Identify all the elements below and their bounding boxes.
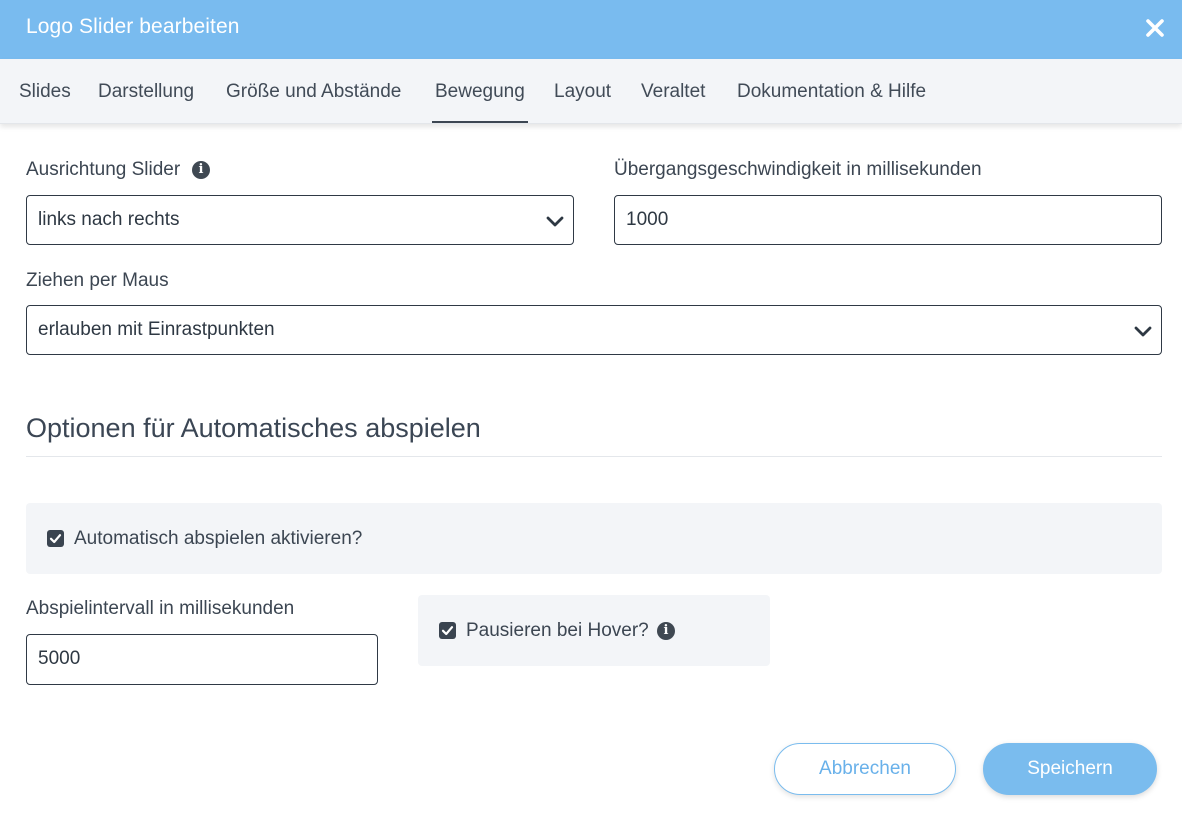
tab-layout[interactable]: Layout — [554, 81, 611, 103]
pause-on-hover-label: Pausieren bei Hover? — [466, 620, 649, 641]
mouse-drag-label: Ziehen per Maus — [26, 270, 169, 291]
save-button[interactable]: Speichern — [983, 743, 1157, 795]
pause-on-hover-checkbox[interactable] — [439, 622, 456, 639]
checkmark-icon — [441, 626, 454, 636]
autoplay-enable-checkbox[interactable] — [47, 530, 64, 547]
info-icon[interactable]: i — [657, 622, 675, 640]
alignment-label: Ausrichtung Slider — [26, 159, 181, 180]
dialog-title: Logo Slider bearbeiten — [26, 15, 240, 38]
tab-darstellung[interactable]: Darstellung — [98, 81, 194, 103]
interval-input[interactable] — [38, 635, 366, 683]
checkmark-icon — [49, 534, 62, 544]
transition-speed-label: Übergangsgeschwindigkeit in millisekunde… — [614, 159, 982, 180]
interval-label: Abspielintervall in millisekunden — [26, 598, 295, 619]
close-icon — [1146, 19, 1164, 37]
tab-dokumentation-hilfe[interactable]: Dokumentation & Hilfe — [737, 81, 926, 103]
info-icon[interactable]: i — [192, 161, 210, 179]
autoplay-section-title: Optionen für Automatisches abspielen — [26, 413, 481, 443]
chevron-down-icon — [546, 216, 564, 227]
cancel-button[interactable]: Abbrechen — [774, 743, 956, 795]
tab-veraltet[interactable]: Veraltet — [641, 81, 705, 103]
tab-slides[interactable]: Slides — [19, 81, 71, 103]
autoplay-enable-label: Automatisch abspielen aktivieren? — [74, 528, 363, 549]
dialog-header: Logo Slider bearbeiten — [0, 0, 1182, 59]
alignment-select-value: links nach rechts — [38, 209, 180, 230]
mouse-drag-select[interactable]: erlauben mit Einrastpunkten — [26, 305, 1162, 355]
transition-speed-field — [614, 195, 1162, 245]
interval-field — [26, 634, 378, 685]
pause-on-hover-panel: Pausieren bei Hover? i — [418, 595, 770, 666]
transition-speed-input[interactable] — [626, 196, 1150, 244]
autoplay-enable-panel: Automatisch abspielen aktivieren? — [26, 503, 1162, 574]
mouse-drag-select-value: erlauben mit Einrastpunkten — [38, 319, 275, 340]
section-divider — [26, 456, 1162, 457]
alignment-select[interactable]: links nach rechts — [26, 195, 574, 245]
chevron-down-icon — [1134, 326, 1152, 337]
tab-groesse-und-abstaende[interactable]: Größe und Abstände — [226, 81, 401, 103]
tab-bar: Slides Darstellung Größe und Abstände Be… — [0, 59, 1182, 124]
close-button[interactable] — [1140, 13, 1170, 43]
active-tab-indicator — [432, 121, 528, 123]
tab-bewegung[interactable]: Bewegung — [435, 81, 525, 103]
